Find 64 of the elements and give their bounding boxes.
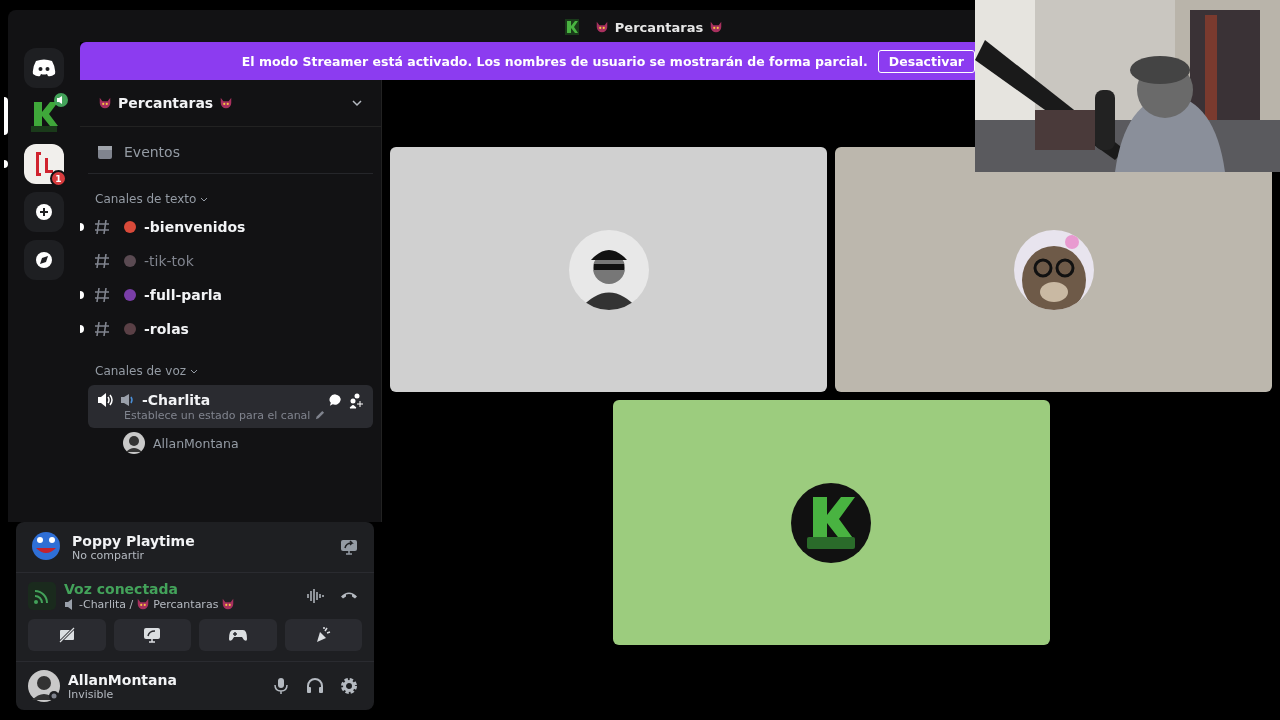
devil-icon: [594, 20, 609, 34]
voice-server-name[interactable]: Percantaras: [153, 597, 219, 611]
signal-icon: [28, 582, 56, 610]
chevron-down-icon: [190, 367, 199, 375]
pencil-icon: [314, 410, 326, 421]
calendar-icon: [96, 143, 114, 161]
headphones-icon: [306, 677, 324, 695]
voice-channel[interactable]: -Charlita Establece un estado para el canal: [88, 385, 373, 428]
events-link[interactable]: Eventos: [124, 144, 180, 160]
hash-icon: [94, 321, 110, 337]
party-popper-icon: [314, 626, 333, 644]
devil-icon: [98, 96, 112, 110]
add-member-icon[interactable]: [349, 391, 365, 409]
activities-button[interactable]: [199, 619, 277, 651]
camera-off-button[interactable]: [28, 619, 106, 651]
screen-share-icon: [340, 538, 358, 556]
category-header[interactable]: Canales de texto: [95, 192, 197, 206]
user-status: Invisible: [68, 687, 115, 701]
bracket-server-icon[interactable]: [24, 144, 64, 184]
category-header[interactable]: Canales de voz: [95, 364, 187, 378]
discord-logo-icon: [32, 59, 56, 77]
user-avatar[interactable]: [28, 670, 60, 702]
chevron-down-icon[interactable]: [351, 97, 363, 109]
window-title: Percantaras: [614, 19, 704, 35]
member-name[interactable]: AllanMontana: [153, 435, 239, 451]
channel-name[interactable]: -bienvenidos: [144, 219, 246, 235]
video-tile[interactable]: [390, 147, 827, 392]
deactivate-button[interactable]: Desactivar: [877, 49, 975, 73]
devil-icon: [709, 20, 724, 34]
compass-icon[interactable]: [35, 251, 53, 269]
kluny-logo-icon: [791, 482, 871, 563]
server-logo-icon: [564, 19, 579, 35]
video-tile[interactable]: [835, 147, 1272, 392]
streamer-mode-notice: El modo Streamer está activado. Los nombres de usuario se mostrarán de forma parcial.: [241, 53, 868, 69]
screen-share-icon: [143, 626, 162, 644]
settings-icon: [340, 677, 358, 695]
devil-icon: [136, 597, 151, 611]
hash-icon: [94, 287, 110, 303]
server-name[interactable]: Percantaras: [118, 95, 214, 111]
speaker-icon: [96, 391, 114, 409]
channel-name[interactable]: -rolas: [144, 321, 189, 337]
activity-title: Poppy Playtime: [72, 532, 196, 549]
username: AllanMontana: [68, 671, 178, 688]
user-avatar: [123, 432, 145, 454]
add-server-icon[interactable]: [35, 203, 53, 221]
voice-channel-path[interactable]: -Charlita /: [79, 597, 134, 611]
sound-wave-icon: [306, 587, 324, 605]
microphone-icon: [272, 677, 290, 695]
channel-name[interactable]: -full-parla: [144, 287, 222, 303]
devil-icon: [221, 597, 236, 611]
share-screen-button[interactable]: [113, 619, 191, 651]
soundboard-button[interactable]: [284, 619, 362, 651]
hash-icon: [94, 219, 110, 235]
camera-off-icon: [57, 626, 76, 644]
hang-up-icon: [340, 592, 358, 600]
chevron-down-icon: [200, 195, 209, 203]
hash-icon: [94, 253, 110, 269]
devil-icon: [219, 96, 234, 110]
activity-subtitle: No compartir: [72, 548, 145, 562]
notification-badge: 1: [50, 170, 67, 187]
channel-name[interactable]: -tik-tok: [144, 253, 194, 269]
voice-status[interactable]: Voz conectada: [64, 581, 294, 597]
speaker-emoji-icon: [120, 392, 136, 408]
video-tile[interactable]: [612, 400, 1050, 645]
